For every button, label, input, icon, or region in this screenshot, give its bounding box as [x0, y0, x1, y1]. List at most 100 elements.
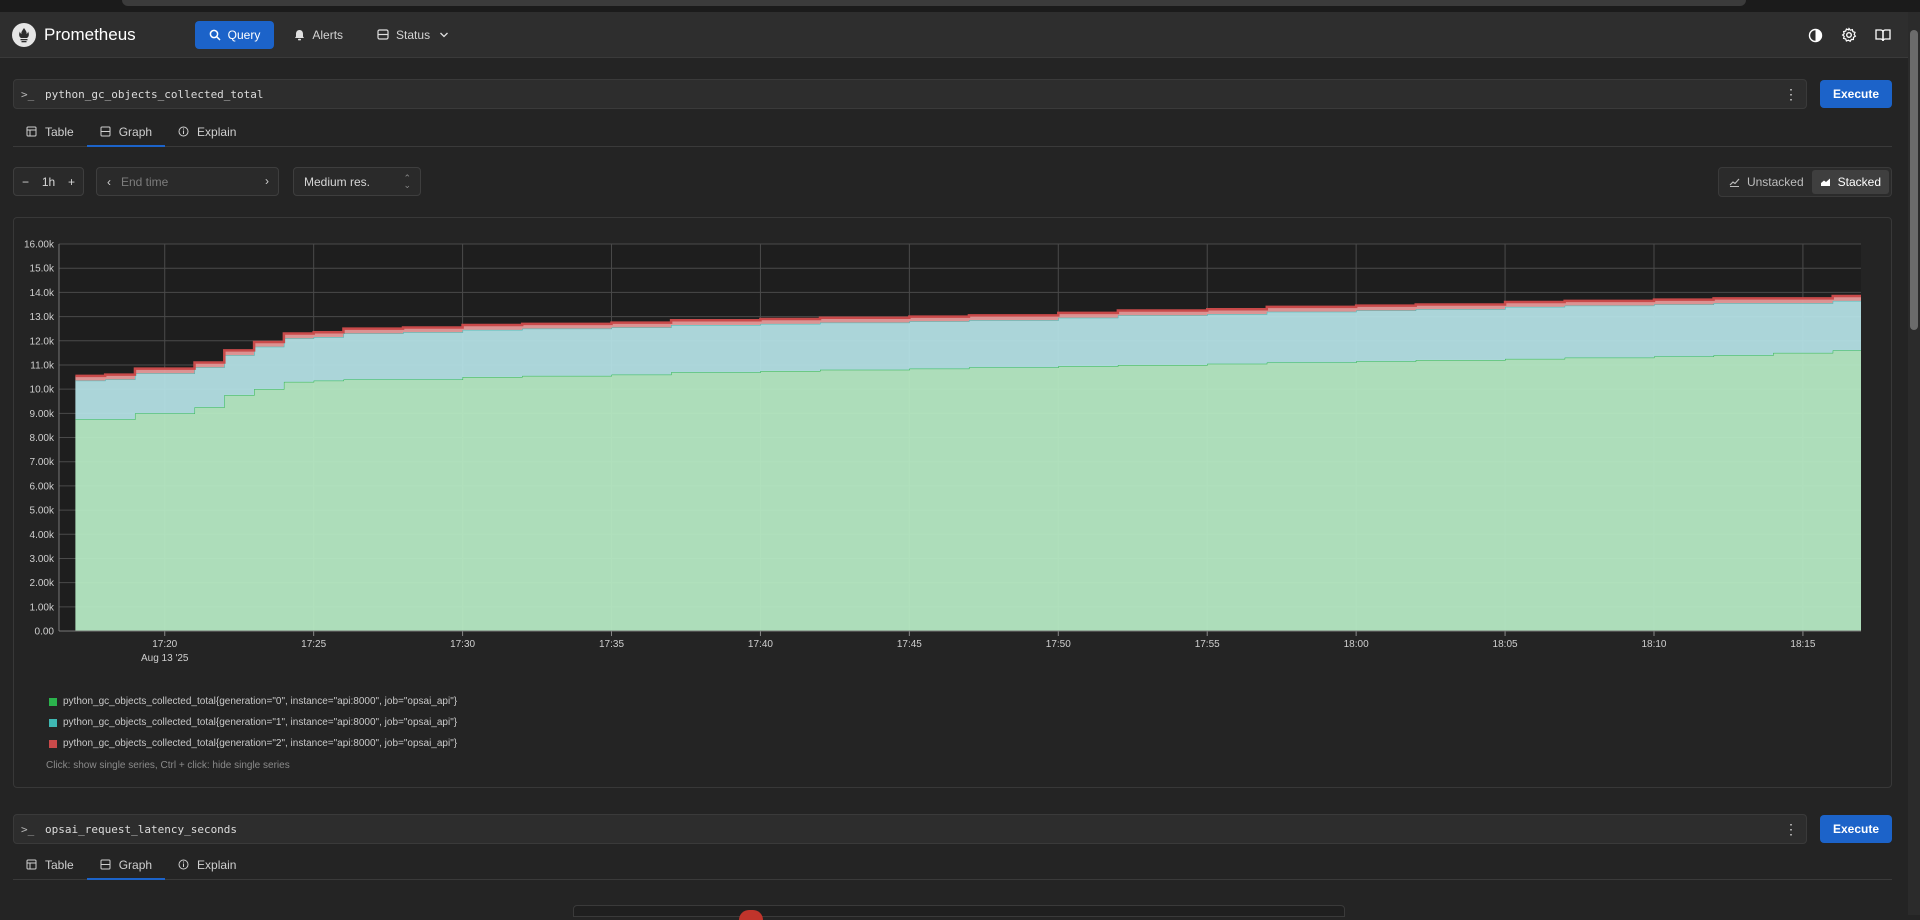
- graph-card: 0.00 1.00k 2.00k 3.00k 4.00k 5.00k 6.00k 7.00k 8…: [13, 217, 1892, 788]
- expression-text: python_gc_objects_collected_total: [45, 87, 264, 101]
- x-tick-label: 18:10: [1641, 639, 1666, 650]
- resolution-select[interactable]: Medium res. ⌃ ⌄: [293, 167, 421, 196]
- y-tick-label: 10.0k: [30, 385, 55, 396]
- nav-status-button[interactable]: Status: [363, 21, 463, 49]
- tab-explain-2[interactable]: Explain: [165, 850, 249, 879]
- graph-icon: [100, 859, 111, 870]
- x-tick-label: 17:40: [748, 639, 773, 650]
- tab-table[interactable]: Table: [13, 117, 87, 146]
- table-icon: [26, 859, 37, 870]
- theme-toggle-icon[interactable]: [1802, 22, 1828, 48]
- nav-query-label: Query: [227, 27, 261, 42]
- more-options-icon-2[interactable]: ⋮: [1784, 822, 1798, 836]
- x-tick-label: 17:45: [897, 639, 922, 650]
- legend-item[interactable]: python_gc_objects_collected_total{genera…: [49, 691, 457, 712]
- tab-table-2[interactable]: Table: [13, 850, 87, 879]
- panel-tabs-2: Table Graph Explain: [13, 850, 1892, 880]
- x-tick-label: 17:20: [152, 639, 177, 650]
- chart-legend: python_gc_objects_collected_total{genera…: [49, 691, 457, 754]
- stacked-button[interactable]: Stacked: [1811, 170, 1889, 194]
- expression-row-2: >_ opsai_request_latency_seconds ⋮ Execu…: [13, 814, 1892, 844]
- graph-controls: − 1h + ‹ End time › Medium res. ⌃ ⌄ Unsta…: [13, 167, 1892, 197]
- legend-swatch: [49, 739, 57, 748]
- end-time-placeholder: End time: [121, 174, 169, 189]
- y-tick-label: 2.00k: [30, 578, 55, 589]
- x-tick-label: 17:30: [450, 639, 475, 650]
- legend-item[interactable]: python_gc_objects_collected_total{genera…: [49, 712, 457, 733]
- navbar-actions: [1794, 22, 1896, 48]
- x-tick-label: 17:55: [1195, 639, 1220, 650]
- taskbar-app-icon[interactable]: [739, 910, 763, 920]
- tab-graph-2[interactable]: Graph: [86, 850, 166, 880]
- execute-button[interactable]: Execute: [1820, 80, 1892, 108]
- stacked-area-chart[interactable]: 0.00 1.00k 2.00k 3.00k 4.00k 5.00k 6.00k 7.00k 8…: [14, 218, 1893, 688]
- unstacked-label: Unstacked: [1746, 175, 1804, 189]
- scrollbar-thumb[interactable]: [1910, 30, 1918, 330]
- y-tick-label: 14.0k: [30, 288, 55, 299]
- y-tick-label: 0.00: [35, 627, 55, 638]
- top-navbar: Prometheus Query Alerts Status: [0, 12, 1908, 58]
- nav-status-label: Status: [396, 27, 431, 42]
- tab-explain-label: Explain: [197, 124, 237, 139]
- tab-graph-label-2: Graph: [118, 857, 153, 872]
- settings-icon[interactable]: [1836, 22, 1862, 48]
- resolution-value: Medium res.: [304, 174, 371, 189]
- x-tick-label: 18:15: [1790, 639, 1815, 650]
- nav-alerts-label: Alerts: [312, 27, 344, 42]
- query-panel-2: >_ opsai_request_latency_seconds ⋮ Execu…: [13, 814, 1892, 880]
- range-value[interactable]: 1h: [42, 175, 55, 189]
- graph-icon: [100, 126, 111, 137]
- prompt-icon: >_: [21, 87, 35, 101]
- execute-button-2[interactable]: Execute: [1820, 815, 1892, 843]
- prometheus-logo-icon: [12, 22, 36, 47]
- chevron-right-icon[interactable]: ›: [265, 174, 269, 188]
- end-time-input[interactable]: ‹ End time ›: [96, 167, 279, 196]
- legend-label: python_gc_objects_collected_total{genera…: [63, 738, 458, 749]
- y-tick-label: 8.00k: [30, 433, 55, 444]
- expression-text-2: opsai_request_latency_seconds: [45, 822, 238, 836]
- docs-book-icon[interactable]: [1870, 22, 1896, 48]
- prompt-icon-2: >_: [21, 822, 35, 836]
- range-input[interactable]: − 1h +: [13, 167, 84, 196]
- unstacked-button[interactable]: Unstacked: [1721, 170, 1812, 194]
- range-increase-button[interactable]: +: [68, 175, 75, 189]
- server-icon: [377, 29, 389, 40]
- info-icon: [178, 859, 189, 870]
- tab-table-label-2: Table: [45, 857, 74, 872]
- browser-top-strip: [0, 0, 1920, 12]
- more-options-icon[interactable]: ⋮: [1784, 87, 1798, 101]
- x-tick-label: 18:00: [1344, 639, 1369, 650]
- brand[interactable]: Prometheus: [12, 22, 136, 47]
- tab-explain[interactable]: Explain: [165, 117, 249, 146]
- bell-icon: [295, 29, 305, 40]
- stack-toggle: Unstacked Stacked: [1717, 167, 1892, 197]
- x-tick-label: 18:05: [1493, 639, 1518, 650]
- tab-explain-label-2: Explain: [197, 857, 237, 872]
- expression-row: >_ python_gc_objects_collected_total ⋮ E…: [13, 79, 1892, 109]
- select-caret-icon: ⌃ ⌄: [403, 173, 411, 190]
- y-tick-label: 13.0k: [30, 312, 55, 323]
- y-tick-label: 11.0k: [30, 360, 55, 371]
- y-tick-label: 1.00k: [30, 602, 55, 613]
- range-decrease-button[interactable]: −: [22, 175, 29, 189]
- taskbar-strip: [573, 905, 1345, 920]
- nav-query-button[interactable]: Query: [194, 20, 275, 49]
- x-tick-label: 17:50: [1046, 639, 1071, 650]
- nav-alerts-button[interactable]: Alerts: [280, 21, 357, 49]
- legend-swatch: [49, 718, 57, 727]
- table-icon: [26, 126, 37, 137]
- y-tick-label: 16.00k: [24, 240, 55, 251]
- query-panel-1: >_ python_gc_objects_collected_total ⋮ E…: [13, 79, 1892, 197]
- expression-input[interactable]: >_ python_gc_objects_collected_total ⋮: [13, 79, 1807, 109]
- chevron-left-icon[interactable]: ‹: [107, 175, 111, 189]
- panel-tabs: Table Graph Explain: [13, 117, 1892, 147]
- tab-table-label: Table: [45, 124, 74, 139]
- tab-graph[interactable]: Graph: [86, 117, 166, 147]
- info-icon: [178, 126, 189, 137]
- stacked-label: Stacked: [1837, 175, 1881, 189]
- browser-tab-strip: [122, 0, 1746, 6]
- page-scrollbar[interactable]: [1908, 12, 1920, 915]
- legend-item[interactable]: python_gc_objects_collected_total{genera…: [49, 733, 457, 754]
- y-tick-label: 3.00k: [30, 554, 55, 565]
- expression-input-2[interactable]: >_ opsai_request_latency_seconds ⋮: [13, 814, 1807, 844]
